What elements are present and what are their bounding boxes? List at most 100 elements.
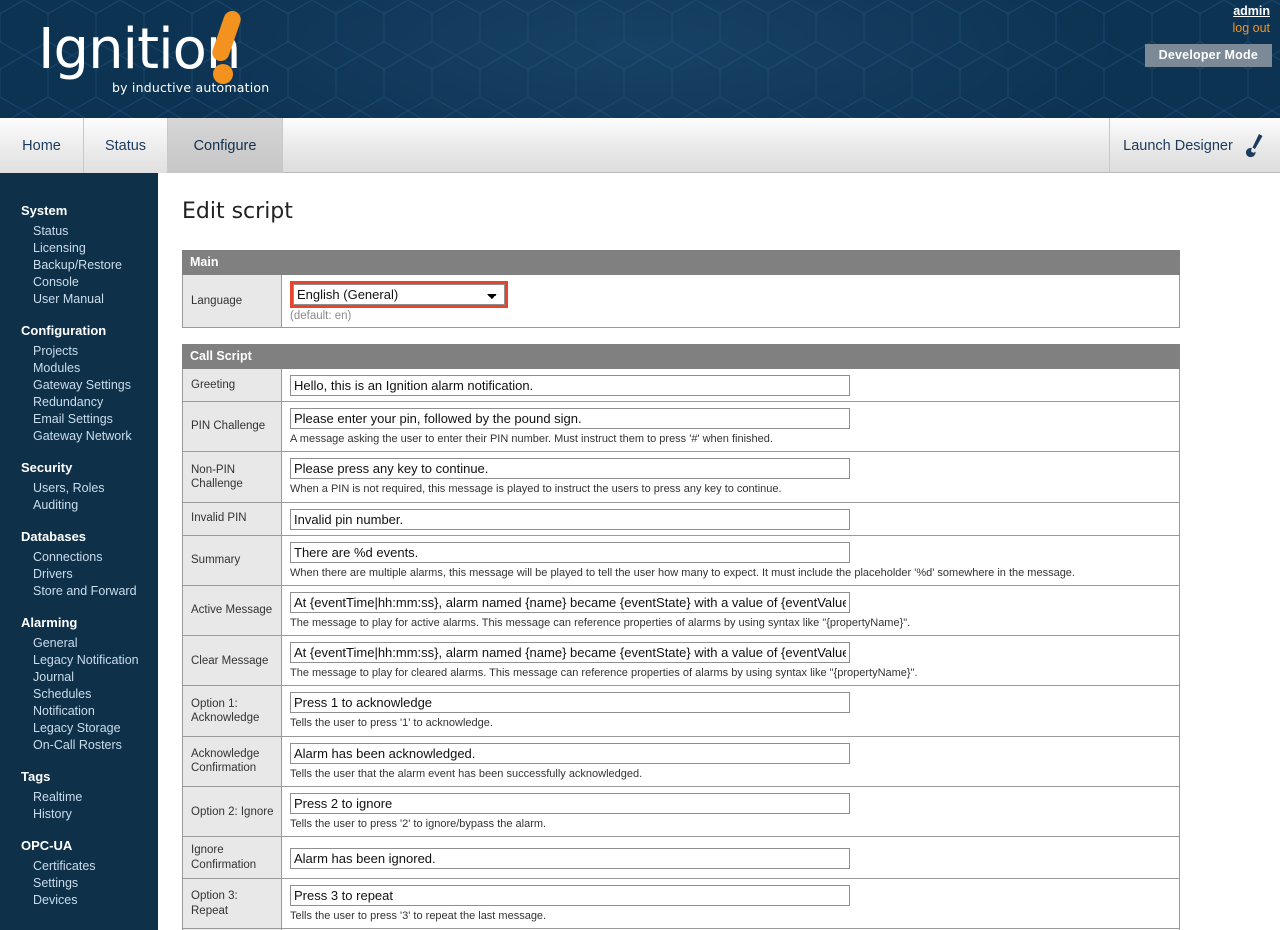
- sidebar-item-auditing[interactable]: Auditing: [0, 496, 158, 513]
- field-input[interactable]: [290, 885, 850, 907]
- sidebar-group-title: System: [21, 203, 68, 218]
- sidebar-item-console[interactable]: Console: [0, 273, 158, 290]
- field-label: Option 2: Ignore: [182, 786, 282, 837]
- logo-wordmark: Ignition: [38, 17, 241, 82]
- field-input[interactable]: [290, 742, 850, 764]
- tab-status[interactable]: Status: [84, 118, 168, 173]
- field-input[interactable]: [290, 642, 850, 664]
- sidebar-item-notification[interactable]: Notification: [0, 702, 158, 719]
- sidebar-group: Tags Realtime History: [0, 769, 158, 822]
- sidebar-item-connections[interactable]: Connections: [0, 548, 158, 565]
- logout-link[interactable]: log out: [1232, 21, 1270, 37]
- settings-row: Clear Message The message to play for cle…: [182, 635, 1180, 686]
- field-input[interactable]: [290, 847, 850, 869]
- language-select-highlight: English (General): [290, 281, 508, 308]
- sidebar-item-history[interactable]: History: [0, 805, 158, 822]
- field-label: Active Message: [182, 585, 282, 636]
- sidebar-item-on-call-rosters[interactable]: On-Call Rosters: [0, 736, 158, 753]
- sidebar-group-title: Tags: [21, 769, 51, 784]
- sidebar-item-store-and-forward[interactable]: Store and Forward: [0, 582, 158, 599]
- field-label: Summary: [182, 535, 282, 586]
- sidebar-item-projects[interactable]: Projects: [0, 342, 158, 359]
- settings-panel: Main Language English (General) (default: e…: [182, 250, 1180, 328]
- settings-row: Greeting: [182, 369, 1180, 402]
- sidebar-group: Security Users, Roles Auditing: [0, 460, 158, 513]
- sidebar-item-schedules[interactable]: Schedules: [0, 685, 158, 702]
- main-navigation-tabs: Home Status Configure Launch Designer: [0, 118, 1280, 173]
- field-label: Greeting: [182, 369, 282, 402]
- settings-table: GreetingPIN Challenge A message asking th…: [182, 369, 1180, 930]
- sidebar-item-users-roles[interactable]: Users, Roles: [0, 479, 158, 496]
- settings-row: PIN Challenge A message asking the user t…: [182, 401, 1180, 452]
- sidebar-item-email-settings[interactable]: Email Settings: [0, 410, 158, 427]
- field-cell: The message to play for cleared alarms. …: [281, 635, 1180, 686]
- sidebar-item-redundancy[interactable]: Redundancy: [0, 393, 158, 410]
- field-input[interactable]: [290, 591, 850, 613]
- sidebar-item-general[interactable]: General: [0, 634, 158, 651]
- sidebar-item-user-manual[interactable]: User Manual: [0, 290, 158, 307]
- field-label: Ignore Confirmation: [182, 836, 282, 879]
- main-content: Edit script Main Language English (General…: [158, 173, 1280, 930]
- sidebar-group: Databases Connections Drivers Store and For…: [0, 529, 158, 599]
- settings-row: Option 2: Ignore Tells the user to press …: [182, 786, 1180, 837]
- sidebar-group: System Status Licensing Backup/Restore Conso…: [0, 203, 158, 307]
- field-helper-text: The message to play for active alarms. T…: [290, 616, 911, 629]
- field-input[interactable]: [290, 793, 850, 815]
- field-cell: [281, 369, 1180, 402]
- tab-configure[interactable]: Configure: [168, 118, 283, 173]
- sidebar-item-devices[interactable]: Devices: [0, 891, 158, 908]
- logo-tagline: by inductive automation: [112, 80, 270, 95]
- language-select[interactable]: English (General): [293, 284, 505, 305]
- field-cell: When there are multiple alarms, this mes…: [281, 535, 1180, 586]
- settings-row: Option 1: Acknowledge Tells the user to p…: [182, 685, 1180, 737]
- field-helper-text: Tells the user to press '1' to acknowled…: [290, 717, 493, 730]
- field-helper-text: When a PIN is not required, this message…: [290, 483, 782, 496]
- launch-designer-button[interactable]: Launch Designer: [1110, 118, 1280, 173]
- current-user-link[interactable]: admin: [1232, 4, 1270, 20]
- sidebar-item-backup-restore[interactable]: Backup/Restore: [0, 256, 158, 273]
- sidebar-item-gateway-network[interactable]: Gateway Network: [0, 427, 158, 444]
- tabbar-spacer: [283, 118, 1110, 172]
- sidebar-group-title: Configuration: [21, 323, 107, 338]
- field-cell: A message asking the user to enter their…: [281, 401, 1180, 452]
- tab-home[interactable]: Home: [0, 118, 84, 173]
- sidebar-item-legacy-storage[interactable]: Legacy Storage: [0, 719, 158, 736]
- sidebar-item-certificates[interactable]: Certificates: [0, 857, 158, 874]
- field-input[interactable]: [290, 541, 850, 563]
- field-input[interactable]: [290, 408, 850, 429]
- sidebar-item-settings[interactable]: Settings: [0, 874, 158, 891]
- sidebar-group-title: OPC-UA: [21, 838, 73, 853]
- sidebar-item-legacy-notification[interactable]: Legacy Notification: [0, 651, 158, 668]
- sidebar-navigation: System Status Licensing Backup/Restore Conso…: [0, 173, 158, 930]
- field-input[interactable]: [290, 508, 850, 530]
- ignition-logo[interactable]: Ignition by inductive automation: [38, 8, 298, 112]
- sidebar-item-realtime[interactable]: Realtime: [0, 788, 158, 805]
- sidebar-item-journal[interactable]: Journal: [0, 668, 158, 685]
- sidebar-item-drivers[interactable]: Drivers: [0, 565, 158, 582]
- field-input[interactable]: [290, 375, 850, 396]
- field-cell: Tells the user to press '1' to acknowled…: [281, 685, 1180, 737]
- field-label: Option 1: Acknowledge: [182, 685, 282, 737]
- sidebar-group-title: Security: [21, 460, 73, 475]
- page-title: Edit script: [182, 199, 293, 224]
- settings-row: Non-PIN Challenge When a PIN is not requi…: [182, 451, 1180, 503]
- settings-row: Language English (General) (default: en): [182, 275, 1180, 328]
- settings-row: Summary When there are multiple alarms, t…: [182, 535, 1180, 586]
- field-label: Non-PIN Challenge: [182, 451, 282, 503]
- field-input[interactable]: [290, 458, 850, 480]
- field-cell: Tells the user to press '3' to repeat th…: [281, 878, 1180, 929]
- field-input[interactable]: [290, 692, 850, 714]
- sidebar-item-modules[interactable]: Modules: [0, 359, 158, 376]
- launch-designer-label: Launch Designer: [1123, 137, 1233, 154]
- user-session-block: admin log out: [1232, 4, 1270, 36]
- sidebar-item-status[interactable]: Status: [0, 222, 158, 239]
- field-label: Invalid PIN: [182, 502, 282, 536]
- sidebar-item-licensing[interactable]: Licensing: [0, 239, 158, 256]
- field-helper-text: Tells the user to press '2' to ignore/by…: [290, 818, 547, 831]
- field-cell: [281, 502, 1180, 536]
- field-cell: English (General) (default: en): [281, 275, 1180, 328]
- sidebar-item-gateway-settings[interactable]: Gateway Settings: [0, 376, 158, 393]
- sidebar-group: Configuration Projects Modules Gateway Sett…: [0, 323, 158, 444]
- settings-row: Option 3: Repeat Tells the user to press …: [182, 878, 1180, 929]
- developer-mode-badge: Developer Mode: [1144, 44, 1272, 67]
